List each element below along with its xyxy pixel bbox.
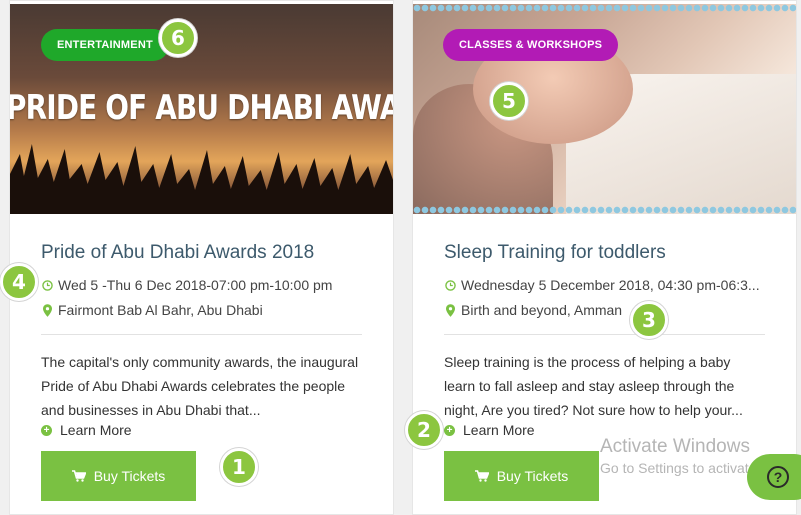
event-title[interactable]: Pride of Abu Dhabi Awards 2018: [41, 242, 314, 264]
plus-circle-icon: +: [444, 424, 455, 436]
hero-title-text: PRIDE OF ABU DHABI AWARDS 2018: [10, 88, 393, 128]
map-pin-icon: [41, 303, 53, 317]
learn-more-label: Learn More: [60, 422, 132, 438]
marker-3: 3: [630, 301, 668, 339]
marker-6: 6: [159, 19, 197, 57]
event-image-awards[interactable]: PRIDE OF ABU DHABI AWARDS 2018 ENTERTAIN…: [10, 4, 393, 214]
scallop-border-bottom: [413, 206, 796, 214]
event-date-text: Wed 5 -Thu 6 Dec 2018-07:00 pm-10:00 pm: [58, 277, 333, 293]
buy-tickets-label: Buy Tickets: [496, 468, 569, 484]
cart-icon: [71, 470, 86, 482]
activate-windows-watermark: Activate Windows Go to Settings to activ…: [600, 436, 756, 476]
map-pin-icon: [444, 303, 456, 317]
help-widget[interactable]: ?: [747, 454, 801, 500]
plus-circle-icon: +: [41, 424, 52, 436]
clock-icon: [41, 279, 53, 291]
clock-icon: [444, 279, 456, 291]
category-badge-workshops[interactable]: CLASSES & WORKSHOPS: [443, 29, 619, 61]
event-date: Wednesday 5 December 2018, 04:30 pm-06:3…: [444, 277, 760, 293]
event-description: The capital's only community awards, the…: [41, 354, 359, 418]
watermark-line-1: Activate Windows: [600, 436, 750, 457]
question-icon: ?: [767, 466, 789, 488]
event-location: Fairmont Bab Al Bahr, Abu Dhabi: [41, 302, 263, 318]
event-image-baby[interactable]: CLASSES & WORKSHOPS: [413, 4, 796, 214]
event-date: Wed 5 -Thu 6 Dec 2018-07:00 pm-10:00 pm: [41, 277, 332, 293]
buy-tickets-label: Buy Tickets: [93, 468, 166, 484]
watermark-line-2: Go to Settings to activate: [600, 460, 757, 476]
scallop-border-top: [413, 4, 796, 12]
divider: [41, 334, 362, 335]
event-description: Sleep training is the process of helping…: [444, 354, 743, 418]
buy-tickets-button[interactable]: Buy Tickets: [41, 451, 196, 501]
buy-tickets-button[interactable]: Buy Tickets: [444, 451, 599, 501]
learn-more-label: Learn More: [463, 422, 535, 438]
event-date-text: Wednesday 5 December 2018, 04:30 pm-06:3…: [461, 277, 760, 293]
event-card-entertainment: PRIDE OF ABU DHABI AWARDS 2018 ENTERTAIN…: [9, 0, 394, 515]
event-location: Birth and beyond, Amman: [444, 302, 622, 318]
marker-5: 5: [490, 82, 528, 120]
marker-4: 4: [0, 263, 38, 301]
divider: [444, 334, 765, 335]
learn-more-link[interactable]: + Learn More: [41, 422, 132, 438]
marker-2: 2: [405, 411, 443, 449]
event-location-text: Birth and beyond, Amman: [461, 302, 623, 318]
learn-more-link[interactable]: + Learn More: [444, 422, 535, 438]
event-location-text: Fairmont Bab Al Bahr, Abu Dhabi: [58, 302, 263, 318]
cart-icon: [474, 470, 489, 482]
events-page: PRIDE OF ABU DHABI AWARDS 2018 ENTERTAIN…: [0, 0, 801, 515]
event-title[interactable]: Sleep Training for toddlers: [444, 242, 666, 264]
marker-1: 1: [220, 448, 258, 486]
category-badge-entertainment[interactable]: ENTERTAINMENT: [41, 29, 169, 61]
crowd-silhouette: [10, 144, 393, 214]
